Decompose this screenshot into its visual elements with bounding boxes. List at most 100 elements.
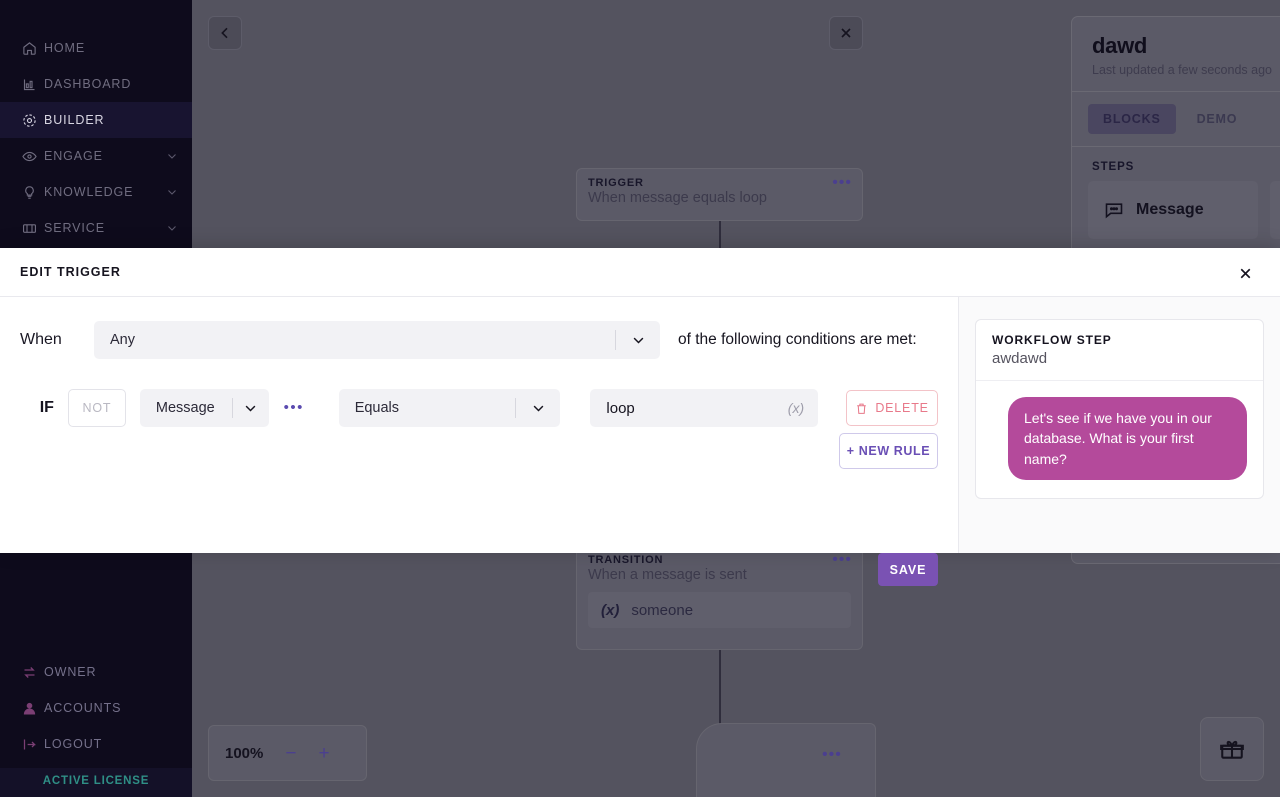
chevron-down-icon bbox=[166, 186, 178, 198]
modal-body: When Any of the following conditions are… bbox=[0, 297, 1280, 586]
zoom-control[interactable]: 100% − + bbox=[208, 725, 367, 781]
variable-icon: (x) bbox=[601, 601, 620, 619]
app-root: HOME DASHBOARD BUILDER ENGAGE KNOWLEDGE … bbox=[0, 0, 1280, 797]
new-rule-button[interactable]: + NEW RULE bbox=[839, 433, 938, 469]
chart-bar-icon bbox=[22, 77, 44, 92]
rule-subject-select[interactable]: Message bbox=[139, 389, 269, 427]
steps-list: Message Automated bbox=[1072, 181, 1280, 239]
rule-operator-value: Equals bbox=[354, 400, 400, 416]
delete-rule-button[interactable]: DELETE bbox=[846, 390, 938, 426]
page-title: dawd bbox=[1092, 33, 1148, 58]
when-row: When Any of the following conditions are… bbox=[20, 321, 938, 359]
sidebar-item-label: OWNER bbox=[44, 665, 97, 679]
gift-button[interactable] bbox=[1200, 717, 1264, 781]
workflow-step-card: WORKFLOW STEP awdawd Let's see if we hav… bbox=[975, 319, 1264, 499]
zoom-in-button[interactable]: + bbox=[318, 744, 329, 763]
node-kicker: TRIGGER bbox=[588, 177, 644, 189]
node-menu-icon[interactable]: ••• bbox=[832, 552, 852, 568]
canvas-node-transition[interactable]: TRANSITION When a message is sent ••• (x… bbox=[576, 545, 863, 650]
modal-title: EDIT TRIGGER bbox=[20, 265, 121, 279]
home-icon bbox=[22, 41, 44, 56]
close-canvas-button[interactable] bbox=[829, 16, 863, 50]
rule-value-input[interactable]: loop (x) bbox=[590, 389, 819, 427]
ticket-icon bbox=[22, 221, 44, 236]
workflow-step-body: Let's see if we have you in our database… bbox=[976, 381, 1263, 498]
sidebar-item-dashboard[interactable]: DASHBOARD bbox=[0, 66, 192, 102]
step-item-automated[interactable]: Automated bbox=[1270, 181, 1280, 239]
not-toggle-button[interactable]: NOT bbox=[67, 389, 126, 427]
eye-icon bbox=[22, 149, 44, 164]
select-divider bbox=[615, 330, 616, 350]
select-divider bbox=[231, 398, 233, 418]
node-menu-icon[interactable]: ••• bbox=[832, 175, 852, 191]
edit-trigger-modal: EDIT TRIGGER When Any of the following c… bbox=[0, 248, 1280, 586]
tab-blocks[interactable]: BLOCKS bbox=[1088, 104, 1176, 134]
sidebar-item-label: DASHBOARD bbox=[44, 77, 132, 91]
sidebar-item-knowledge[interactable]: KNOWLEDGE bbox=[0, 174, 192, 210]
zoom-out-button[interactable]: − bbox=[285, 744, 296, 763]
rule-operator-select[interactable]: Equals bbox=[338, 389, 561, 427]
active-license-badge: ACTIVE LICENSE bbox=[0, 768, 192, 797]
last-updated-text: Last updated a few seconds ago bbox=[1092, 63, 1272, 77]
chat-bubble-icon bbox=[1104, 200, 1124, 220]
modal-header: EDIT TRIGGER bbox=[0, 248, 1280, 297]
sidebar-item-owner[interactable]: OWNER bbox=[0, 654, 192, 690]
step-item-message[interactable]: Message bbox=[1088, 181, 1258, 239]
chevron-down-icon bbox=[631, 333, 646, 348]
save-button[interactable]: SAVE bbox=[878, 553, 938, 586]
sidebar-item-builder[interactable]: BUILDER bbox=[0, 102, 192, 138]
sidebar-item-home[interactable]: HOME bbox=[0, 30, 192, 66]
sidebar-item-label: SERVICE bbox=[44, 221, 105, 235]
sidebar-top-nav: HOME DASHBOARD BUILDER ENGAGE KNOWLEDGE … bbox=[0, 0, 192, 246]
workflow-step-name: awdawd bbox=[992, 350, 1048, 367]
rule-options-icon[interactable]: ••• bbox=[283, 400, 305, 415]
builder-icon bbox=[22, 113, 44, 128]
node-subtitle: When a message is sent bbox=[588, 567, 747, 583]
rule-subject-value: Message bbox=[155, 400, 215, 416]
switch-arrows-icon bbox=[22, 665, 44, 680]
match-type-select[interactable]: Any bbox=[94, 321, 660, 359]
sidebar-item-label: ACCOUNTS bbox=[44, 701, 122, 715]
panel-tabs: BLOCKS DEMO bbox=[1072, 92, 1280, 147]
conditions-editor: When Any of the following conditions are… bbox=[0, 297, 958, 586]
message-bubble: Let's see if we have you in our database… bbox=[1008, 397, 1247, 480]
sidebar-item-label: ENGAGE bbox=[44, 149, 103, 163]
rule-value-text: loop bbox=[606, 399, 635, 417]
sidebar-bottom-nav: OWNER ACCOUNTS LOGOUT bbox=[0, 654, 192, 768]
gift-icon bbox=[1219, 736, 1245, 762]
step-label: Message bbox=[1136, 201, 1204, 218]
zoom-level-value: 100% bbox=[225, 744, 264, 762]
canvas-node-partial[interactable] bbox=[696, 723, 876, 797]
panel-header: dawd Last updated a few seconds ago bbox=[1072, 17, 1280, 92]
chevron-down-icon bbox=[166, 150, 178, 162]
chevron-down-icon bbox=[243, 401, 258, 416]
sidebar-item-label: HOME bbox=[44, 41, 86, 55]
chevron-down-icon bbox=[531, 401, 546, 416]
node-subtitle: When message equals loop bbox=[588, 190, 767, 206]
select-divider bbox=[515, 398, 517, 418]
sidebar-item-accounts[interactable]: ACCOUNTS bbox=[0, 690, 192, 726]
delete-rule-label: DELETE bbox=[875, 401, 929, 415]
canvas-edge bbox=[719, 650, 721, 727]
lightbulb-icon bbox=[22, 185, 44, 200]
user-icon bbox=[22, 701, 44, 716]
tab-demo[interactable]: DEMO bbox=[1182, 104, 1253, 134]
sidebar-item-label: KNOWLEDGE bbox=[44, 185, 134, 199]
sidebar-item-service[interactable]: SERVICE bbox=[0, 210, 192, 246]
chevron-down-icon bbox=[166, 222, 178, 234]
workflow-step-preview: WORKFLOW STEP awdawd Let's see if we hav… bbox=[958, 297, 1280, 553]
variable-insert-icon[interactable]: (x) bbox=[788, 400, 804, 416]
back-button[interactable] bbox=[208, 16, 242, 50]
canvas-node-trigger[interactable]: TRIGGER When message equals loop ••• bbox=[576, 168, 863, 221]
logout-icon bbox=[22, 737, 44, 752]
if-label: IF bbox=[39, 399, 54, 416]
node-menu-icon[interactable]: ••• bbox=[822, 747, 842, 763]
modal-close-button[interactable] bbox=[1232, 260, 1258, 286]
trash-icon bbox=[855, 402, 868, 415]
rule-row: IF NOT Message ••• Equals loop (x) DELET… bbox=[20, 389, 938, 427]
when-label: When bbox=[20, 331, 62, 348]
sidebar-item-engage[interactable]: ENGAGE bbox=[0, 138, 192, 174]
sidebar-item-logout[interactable]: LOGOUT bbox=[0, 726, 192, 762]
node-variable-chip[interactable]: (x) someone bbox=[588, 592, 851, 628]
workflow-step-kicker: WORKFLOW STEP bbox=[992, 333, 1112, 347]
